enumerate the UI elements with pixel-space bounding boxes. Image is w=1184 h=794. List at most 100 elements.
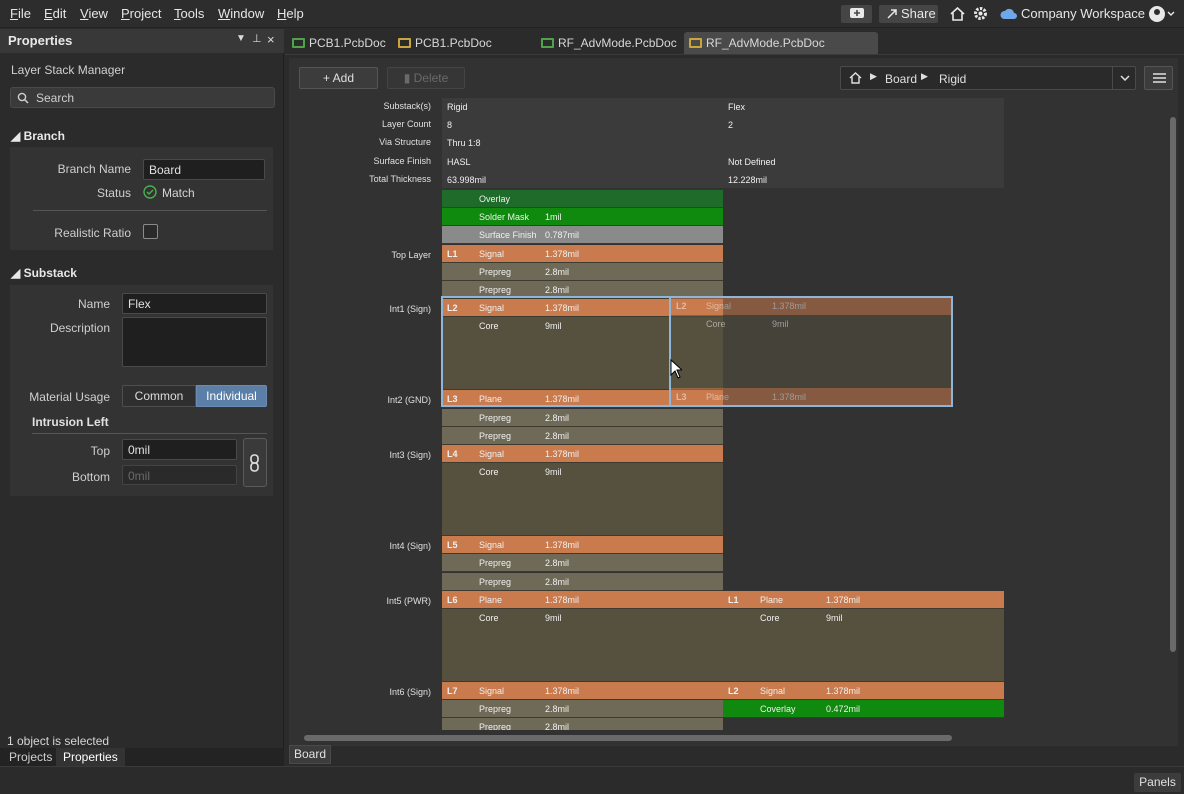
- description-field[interactable]: [122, 317, 267, 367]
- link-button[interactable]: [243, 438, 267, 487]
- scrollbar-thumb[interactable]: [304, 735, 952, 741]
- search-input[interactable]: Search: [10, 87, 275, 108]
- menu-window[interactable]: Window: [218, 6, 264, 21]
- divider: [33, 210, 267, 211]
- rigid-info-value: Rigid: [447, 102, 468, 112]
- layer-row: Coverlay 0.472mil: [723, 700, 1004, 718]
- layer-type: Signal: [479, 248, 505, 259]
- layer-row: L5 Signal 1.378mil: [442, 536, 723, 555]
- breadcrumb-dropdown[interactable]: [1112, 67, 1136, 89]
- layer-type: Surface Finish: [479, 230, 537, 241]
- document-tabs: PCB1.PcbDoc * PCB1.PcbDoc [Stackup] RF_A…: [285, 29, 1184, 72]
- layer-type: Prepreg: [479, 266, 512, 277]
- layer-thickness: 1.378mil: [826, 595, 861, 605]
- layer-thickness: 1.378mil: [826, 686, 861, 696]
- intrusion-top-field[interactable]: 0mil: [122, 439, 237, 460]
- menu-view[interactable]: View: [80, 6, 108, 21]
- breadcrumb-rigid[interactable]: Rigid: [939, 72, 966, 86]
- panel-subtitle: Layer Stack Manager: [11, 63, 126, 77]
- workspace-label[interactable]: Company Workspace: [1021, 6, 1145, 21]
- description-label: Description: [49, 321, 110, 335]
- status-value: Match: [162, 186, 195, 200]
- tab-pcb1-stackup[interactable]: PCB1.PcbDoc [Stackup]: [393, 32, 535, 72]
- chat-button[interactable]: [841, 5, 872, 23]
- layer-type: Overlay: [479, 194, 511, 204]
- home-icon[interactable]: [950, 7, 965, 21]
- drop-target-outline: [669, 296, 953, 407]
- layer-type: Coverlay: [760, 704, 796, 714]
- substack-header[interactable]: ◢ Substack: [11, 266, 77, 280]
- chevron-down-icon: [1120, 75, 1130, 81]
- layer-number: L7: [447, 686, 458, 696]
- panel-menu-icon[interactable]: ▼: [236, 33, 246, 44]
- layer-row: L6 Plane 1.378mil: [442, 590, 723, 609]
- layer-thickness: 2.8mil: [545, 266, 570, 277]
- individual-toggle[interactable]: Individual: [196, 385, 267, 407]
- tab-rf-advmode-stackup[interactable]: RF_AdvMode.PcbDoc [Stackup] *: [684, 32, 878, 72]
- top-label: Top: [90, 444, 110, 458]
- rigid-info-value: 63.998mil: [447, 174, 487, 185]
- tab-pcb1[interactable]: PCB1.PcbDoc *: [287, 32, 391, 72]
- home-icon[interactable]: [849, 72, 862, 84]
- chat-plus-icon: [850, 8, 864, 18]
- add-label: Add: [332, 71, 355, 85]
- breadcrumb-board[interactable]: Board: [885, 72, 917, 86]
- layer-label: Int5 (PWR): [386, 595, 431, 606]
- common-toggle[interactable]: Common: [122, 385, 196, 407]
- layer-thickness: 0.472mil: [826, 704, 861, 714]
- delete-button[interactable]: ▮ Delete: [387, 67, 465, 89]
- board-tab[interactable]: Board: [289, 745, 331, 764]
- flex-info-value: Not Defined: [728, 156, 776, 167]
- layer-type: Plane: [760, 595, 784, 605]
- layer-label: Int3 (Sign): [389, 450, 431, 460]
- branch-name-field[interactable]: Board: [143, 159, 265, 180]
- layer-row: Prepreg 2.8mil: [442, 718, 723, 730]
- menu-tools[interactable]: Tools: [174, 6, 204, 21]
- rigid-stack: Overlay Solder Mask 1mil Surface Finish 0.78…: [442, 190, 723, 730]
- menu-project[interactable]: Project: [121, 6, 161, 21]
- scrollbar-thumb[interactable]: [1170, 117, 1176, 652]
- layer-row: Prepreg 2.8mil: [442, 408, 723, 427]
- app-window: File Edit View Project Tools Window Help…: [0, 0, 1184, 794]
- pin-icon[interactable]: ⊥: [252, 32, 262, 45]
- layer-label: Int1 (Sign): [389, 304, 431, 315]
- layer-row: Solder Mask 1mil: [442, 208, 723, 227]
- projects-tab[interactable]: Projects: [2, 748, 59, 766]
- branch-header[interactable]: ◢ Branch: [11, 129, 65, 143]
- share-button[interactable]: Share: [879, 5, 938, 23]
- layer-row: L7 Signal 1.378mil: [442, 682, 723, 700]
- horizontal-scrollbar[interactable]: [294, 733, 1164, 743]
- layer-number: L6: [447, 594, 458, 605]
- layer-row: Overlay: [442, 190, 723, 208]
- tab-rf-advmode[interactable]: RF_AdvMode.PcbDoc *: [536, 32, 682, 72]
- menu-file[interactable]: File: [10, 6, 31, 21]
- link-icon: [250, 454, 259, 472]
- properties-tab[interactable]: Properties: [56, 748, 125, 766]
- realistic-ratio-checkbox[interactable]: [143, 224, 158, 239]
- gear-icon[interactable]: [973, 6, 988, 21]
- layer-type: Core: [479, 613, 499, 623]
- selection-status: 1 object is selected: [7, 734, 110, 748]
- rigid-info-value: Thru 1:8: [447, 138, 481, 149]
- close-icon[interactable]: ×: [267, 32, 275, 47]
- panels-button[interactable]: Panels: [1134, 773, 1181, 792]
- search-placeholder: Search: [36, 91, 75, 105]
- menu-edit[interactable]: Edit: [44, 6, 66, 21]
- share-icon: [887, 9, 897, 19]
- status-label: Status: [96, 186, 131, 200]
- rigid-info-value: 8: [447, 120, 453, 131]
- add-button[interactable]: + Add: [299, 67, 378, 89]
- layer-row: L2 Signal 1.378mil: [723, 682, 1004, 700]
- substack-name-field[interactable]: Flex: [122, 293, 267, 314]
- layer-label: Top Layer: [391, 249, 431, 260]
- intrusion-bottom-field[interactable]: 0mil: [122, 465, 237, 485]
- hamburger-menu-button[interactable]: [1144, 66, 1173, 90]
- vertical-scrollbar[interactable]: [1168, 105, 1178, 727]
- layer-row: Prepreg 2.8mil: [442, 554, 723, 573]
- menu-help[interactable]: Help: [277, 6, 304, 21]
- pcb-doc-icon: [292, 38, 305, 48]
- user-avatar-icon[interactable]: [1148, 5, 1176, 23]
- layer-type: Signal: [479, 449, 505, 459]
- layer-row: Surface Finish 0.787mil: [442, 226, 723, 245]
- layer-row: Core 9mil: [442, 463, 723, 537]
